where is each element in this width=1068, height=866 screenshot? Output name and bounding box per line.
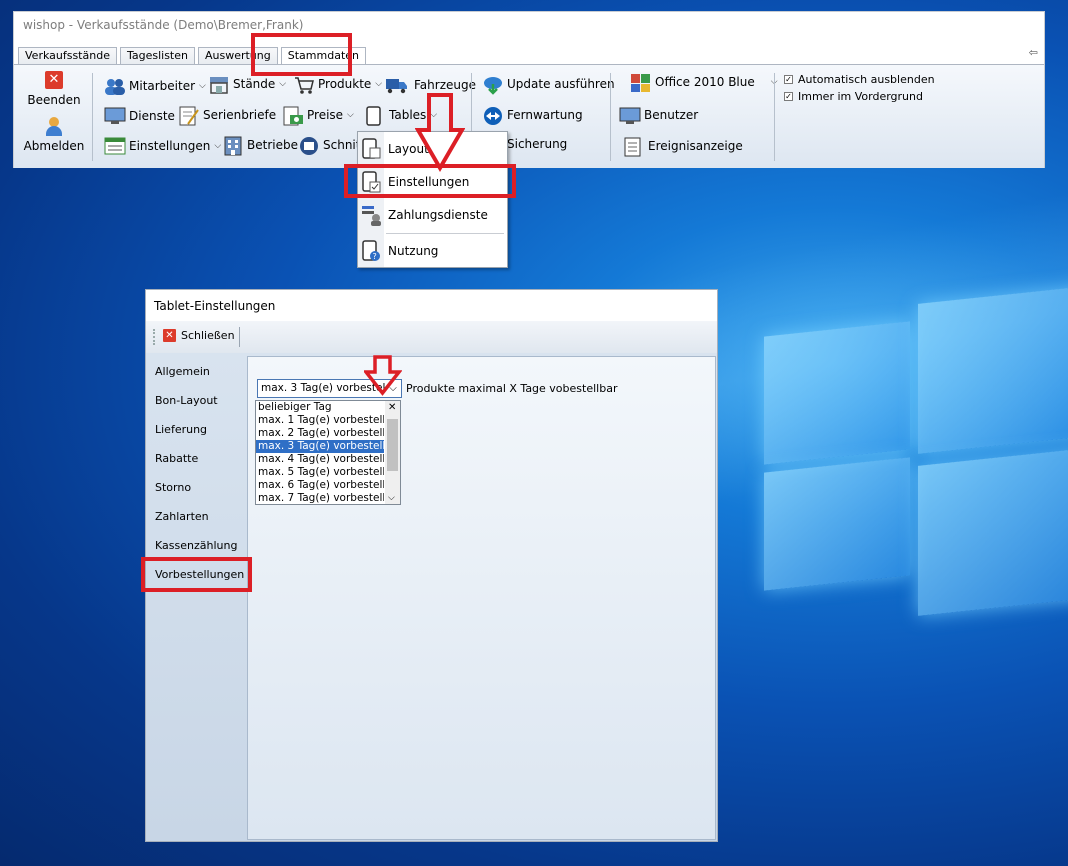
pin-icon[interactable]: ⇦ [1029,46,1038,59]
benutzer-button[interactable]: Benutzer [619,106,698,124]
serienbriefe-button[interactable]: Serienbriefe [178,106,276,126]
svg-text:?: ? [373,252,377,261]
chevron-down-icon: ⌵ [347,110,354,120]
checkbox-checked-icon: ✓ [784,92,793,101]
chevron-down-icon: ⌵ [199,81,206,91]
highlight-vorbestellungen [141,557,252,592]
cloud-download-icon [482,75,502,95]
ribbon: ✕ Beenden Abmelden Mitarbeiter ⌵ Stände ⌵ … [14,64,1044,168]
menu-item-nutzung[interactable]: ? Nutzung [358,236,507,266]
settings-list-icon [104,137,126,155]
tablet-layout-icon [361,138,381,160]
nav-kassenzaehlung[interactable]: Kassenzählung [155,539,237,552]
listbox-options: beliebiger Tagmax. 1 Tag(e) vorbestellba… [256,401,400,504]
nav-rabatte[interactable]: Rabatte [155,452,198,465]
preorder-days-listbox: beliebiger Tagmax. 1 Tag(e) vorbestellba… [255,400,401,505]
event-log-icon [623,137,643,157]
tab-verkaufsstaende[interactable]: Verkaufsstände [18,47,117,65]
tablet-icon [364,106,384,126]
letter-icon [178,106,199,126]
arrow-down-icon [364,355,402,396]
mitarbeiter-button[interactable]: Mitarbeiter ⌵ [104,77,206,95]
monitor-icon [104,107,126,125]
einstellungen-button[interactable]: Einstellungen ⌵ [104,137,221,155]
ribbon-separator [774,73,775,161]
store-icon [208,75,228,94]
nav-bon-layout[interactable]: Bon-Layout [155,394,218,407]
preorder-days-label: Produkte maximal X Tage vobestellbar [406,382,618,395]
close-icon: ✕ [388,402,397,413]
user-key-icon [45,117,63,137]
ribbon-separator [610,73,611,161]
window-title: wishop - Verkaufsstände (Demo\Bremer,Fra… [23,18,304,32]
teamviewer-icon [482,106,502,125]
schnittstelle-button[interactable]: Schnit [298,136,360,155]
users-icon [104,77,125,95]
windows-logo-icon [760,285,1068,645]
dialog-title: Tablet-Einstellungen [154,299,276,313]
close-button[interactable]: ✕ Schließen [163,329,235,342]
update-button[interactable]: Update ausführen [482,75,615,95]
ribbon-separator [92,73,93,161]
list-option[interactable]: max. 6 Tag(e) vorbestellbar [256,479,384,492]
nav-lieferung[interactable]: Lieferung [155,423,207,436]
close-icon: ✕ [45,71,63,89]
user-monitor-icon [619,106,641,124]
grip-icon [153,329,155,345]
scrollbar-thumb[interactable] [387,419,398,471]
list-option[interactable]: max. 1 Tag(e) vorbestellbar [256,414,384,427]
abmelden-button[interactable]: Abmelden [24,117,84,153]
payment-services-icon [361,204,381,226]
toolbar-separator [239,327,240,347]
betriebe-button[interactable]: Betriebe [222,136,298,156]
chevron-down-icon: ⌵ [375,79,383,89]
scrollbar[interactable]: ✕ ⌵ [385,401,400,504]
produkte-button[interactable]: Produkte ⌵ [293,75,383,94]
list-option[interactable]: max. 7 Tag(e) vorbestellbar [256,492,384,504]
list-option[interactable]: max. 3 Tag(e) vorbestellbar [256,440,384,453]
fernwartung-button[interactable]: Fernwartung [482,106,583,125]
app-window: wishop - Verkaufsstände (Demo\Bremer,Fra… [13,11,1045,168]
menu-item-zahlungsdienste[interactable]: Zahlungsdienste [358,200,507,230]
price-icon [282,106,303,126]
dienste-button[interactable]: Dienste [104,107,175,125]
list-option[interactable]: max. 2 Tag(e) vorbestellbar [256,427,384,440]
truck-icon [385,76,409,94]
arrow-down-icon [415,93,465,172]
checkbox-checked-icon: ✓ [784,75,793,84]
nav-zahlarten[interactable]: Zahlarten [155,510,209,523]
theme-select[interactable]: Office 2010 Blue⌵ [630,73,778,92]
chevron-down-icon[interactable]: ⌵ [388,493,395,503]
cart-icon [293,75,314,94]
building-icon [222,136,242,156]
list-option[interactable]: max. 5 Tag(e) vorbestellbar [256,466,384,479]
list-option[interactable]: beliebiger Tag [256,401,384,414]
ereignisanzeige-button[interactable]: Ereignisanzeige [623,137,743,157]
dialog-toolbar: ✕ Schließen [146,321,717,353]
interface-icon [298,136,318,155]
tab-tageslisten[interactable]: Tageslisten [119,47,195,65]
nav-storno[interactable]: Storno [155,481,191,494]
sicherung-button[interactable]: Sicherung [507,137,567,151]
theme-icon [630,73,650,92]
always-front-checkbox[interactable]: ✓ Immer im Vordergrund [784,90,923,103]
list-option[interactable]: max. 4 Tag(e) vorbestellbar [256,453,384,466]
auto-hide-checkbox[interactable]: ✓ Automatisch ausblenden [784,73,935,86]
tablet-help-icon: ? [361,240,381,262]
beenden-button[interactable]: ✕ Beenden [27,71,81,107]
preise-button[interactable]: Preise ⌵ [282,106,354,126]
chevron-down-icon: ⌵ [214,141,222,151]
chevron-down-icon: ⌵ [279,79,287,89]
close-icon: ✕ [163,329,176,342]
menu-separator [386,233,504,234]
dialog-body: Allgemein Bon-Layout Lieferung Rabatte S… [146,353,717,841]
staende-button[interactable]: Stände ⌵ [208,75,287,94]
highlight-stammdaten [251,33,352,76]
nav-allgemein[interactable]: Allgemein [155,365,210,378]
